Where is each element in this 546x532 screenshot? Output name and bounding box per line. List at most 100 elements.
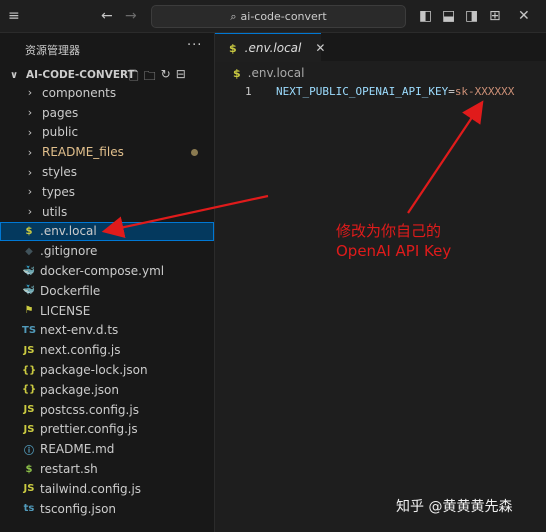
arrow-to-code-value [407, 100, 484, 214]
file-type-icon: ts [23, 503, 35, 515]
tree-item-label: next-env.d.ts [40, 323, 119, 338]
customize-layout-icon[interactable]: ⊞ [489, 8, 501, 24]
file-type-icon: $ [25, 463, 33, 475]
tree-item-label: types [42, 184, 76, 199]
code-text: NEXT_PUBLIC_OPENAI_API_KEY=sk-XXXXXX [276, 85, 514, 98]
file-item[interactable]: {} package-lock.json [0, 360, 214, 380]
tree-item-label: tailwind.config.js [40, 481, 142, 496]
watermark: 知乎 @黄黄黄先森 [396, 499, 513, 515]
file-type-icon: {} [22, 384, 37, 396]
command-center-search[interactable]: ⌕ ai-code-convert [151, 5, 406, 28]
dollar-file-icon: $ [233, 67, 241, 80]
chevron-right-icon: › [27, 106, 33, 120]
file-type-icon: {} [22, 364, 37, 376]
tree-item-label: docker-compose.yml [40, 264, 165, 279]
search-icon: ⌕ [230, 9, 237, 23]
tree-item-label: LICENSE [40, 303, 91, 318]
explorer-title: 资源管理器 [25, 44, 80, 57]
file-item[interactable]: JS tailwind.config.js [0, 479, 214, 499]
file-item[interactable]: JS postcss.config.js [0, 400, 214, 420]
env-value: sk-XXXXXX [454, 85, 515, 98]
tree-item-label: components [42, 85, 117, 100]
file-item[interactable]: 🐳 docker-compose.yml [0, 261, 214, 281]
tree-item-label: restart.sh [40, 462, 98, 477]
file-item[interactable]: ⓘ README.md [0, 439, 214, 459]
tree-item-label: tsconfig.json [40, 501, 117, 516]
file-type-icon: TS [22, 324, 37, 336]
vscode-menu-icon[interactable]: ≡ [8, 8, 20, 24]
annotation-text: 修改为你自己的 OpenAI API Key [336, 221, 451, 261]
chevron-right-icon: › [27, 165, 33, 179]
file-type-icon: JS [23, 423, 35, 435]
file-item[interactable]: 🐳 Dockerfile [0, 281, 214, 301]
file-item[interactable]: ⚑ LICENSE [0, 301, 214, 321]
tree-item-label: public [42, 125, 79, 140]
folder-item[interactable]: › README_files [0, 142, 214, 162]
line-number: 1 [245, 85, 252, 98]
file-type-icon: 🐳 [22, 285, 36, 297]
file-item[interactable]: JS next.config.js [0, 340, 214, 360]
chevron-right-icon: › [27, 145, 33, 159]
tree-item-label: package-lock.json [40, 363, 148, 378]
tree-item-label: README_files [42, 145, 124, 160]
folder-item[interactable]: › styles [0, 162, 214, 182]
file-type-icon: JS [23, 344, 35, 356]
file-item[interactable]: ts tsconfig.json [0, 499, 214, 519]
toggle-secondary-sidebar-icon[interactable]: ◨ [465, 8, 478, 24]
workspace-root-label: AI-CODE-CONVERT [26, 69, 135, 81]
toggle-primary-sidebar-icon[interactable]: ◧ [419, 8, 432, 24]
tree-item-label: package.json [40, 382, 120, 397]
close-tab-icon[interactable]: ✕ [315, 41, 325, 55]
folder-item[interactable]: › utils [0, 202, 214, 222]
chevron-down-icon: ∨ [10, 69, 19, 81]
toggle-panel-icon[interactable]: ⬓ [442, 8, 455, 24]
editor-tab-bar: $ .env.local ✕ [215, 33, 546, 62]
breadcrumb[interactable]: $ .env.local [233, 66, 304, 80]
file-item[interactable]: $ restart.sh [0, 459, 214, 479]
tree-item-label: Dockerfile [40, 283, 101, 298]
tree-item-label: postcss.config.js [40, 402, 139, 417]
tree-item-label: utils [42, 204, 68, 219]
chevron-right-icon: › [27, 86, 33, 100]
file-item[interactable]: TS next-env.d.ts [0, 321, 214, 341]
annotation-line-2: OpenAI API Key [336, 242, 452, 260]
file-type-icon: 🐳 [22, 265, 36, 277]
file-item[interactable]: {} package.json [0, 380, 214, 400]
back-arrow-icon[interactable]: ← [101, 8, 113, 24]
file-type-icon: JS [23, 483, 35, 495]
modified-dot [191, 149, 198, 157]
file-item[interactable]: ◆ .gitignore [0, 241, 214, 261]
folder-item[interactable]: › components [0, 83, 214, 103]
breadcrumb-file: .env.local [247, 66, 305, 80]
tree-item-label: styles [42, 165, 78, 180]
file-item[interactable]: $ .env.local [0, 221, 214, 242]
more-actions-icon[interactable]: ··· [187, 38, 202, 53]
search-text: ai-code-convert [240, 10, 327, 23]
chevron-right-icon: › [27, 185, 33, 199]
file-type-icon: ◆ [25, 245, 33, 257]
folder-item[interactable]: › public [0, 123, 214, 143]
close-window-icon[interactable]: ✕ [518, 8, 530, 24]
folder-item[interactable]: › types [0, 182, 214, 202]
explorer-sidebar: 资源管理器 ··· ∨ AI-CODE-CONVERT 🗋 🗀 ↻ ⊟ › com… [0, 33, 215, 532]
file-type-icon: ⚑ [24, 305, 34, 317]
code-line[interactable]: 1 NEXT_PUBLIC_OPENAI_API_KEY=sk-XXXXXX [215, 83, 546, 101]
tab-env-local[interactable]: $ .env.local ✕ [215, 33, 325, 62]
tree-item-label: README.md [40, 442, 115, 457]
chevron-right-icon: › [27, 205, 33, 219]
env-key: NEXT_PUBLIC_OPENAI_API_KEY [276, 85, 449, 98]
env-equals: = [448, 85, 455, 98]
forward-arrow-icon[interactable]: → [125, 8, 137, 24]
file-item[interactable]: JS prettier.config.js [0, 420, 214, 440]
folder-item[interactable]: › pages [0, 103, 214, 123]
file-type-icon: JS [23, 404, 35, 416]
tree-item-label: pages [42, 105, 79, 120]
file-tree: › components › pages › public › README_files › st… [0, 83, 214, 519]
chevron-right-icon: › [27, 125, 33, 139]
tree-item-label: .gitignore [40, 244, 98, 259]
tab-label: .env.local [244, 41, 302, 55]
annotation-line-1: 修改为你自己的 [336, 222, 442, 240]
tree-item-label: .env.local [40, 224, 97, 239]
file-type-icon: $ [25, 225, 33, 237]
dollar-file-icon: $ [229, 41, 237, 55]
